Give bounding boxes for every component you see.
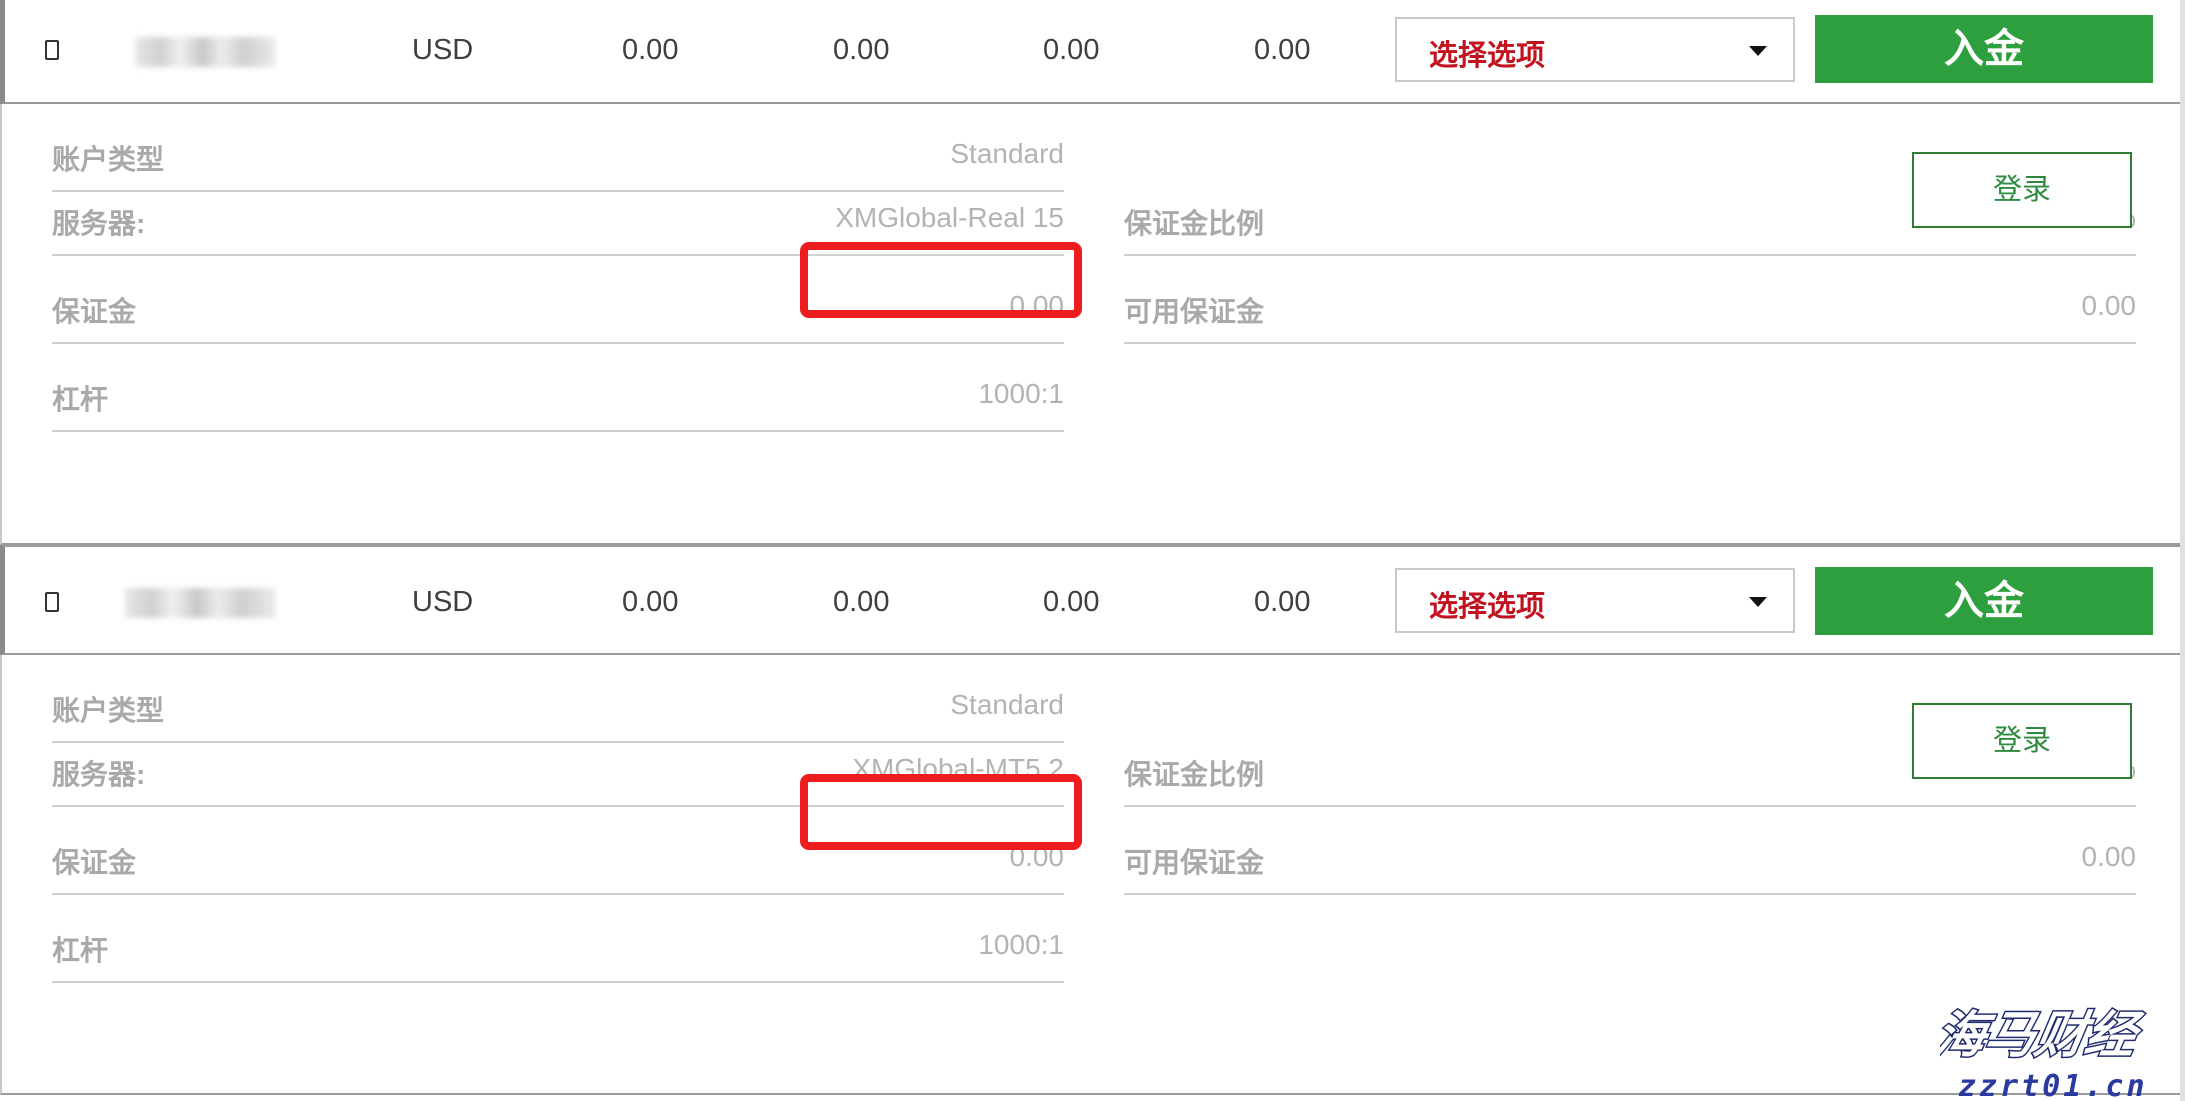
server-value: XMGlobal-Real 15 — [835, 202, 1064, 233]
server-label: 服务器: — [52, 208, 146, 239]
equity-value: 0.00 — [833, 34, 890, 66]
currency: USD — [412, 586, 474, 618]
account-type-value: Standard — [950, 138, 1064, 169]
server-value: XMGlobal-MT5 2 — [852, 753, 1064, 784]
detail-row-free-margin: 可用保证金 0.00 — [1124, 807, 2136, 895]
deposit-button[interactable]: 入金 — [1815, 567, 2153, 635]
margin-value: 0.00 — [1009, 290, 1065, 321]
margin-label: 保证金 — [52, 847, 137, 878]
balance-value: 0.00 — [622, 34, 679, 66]
options-dropdown[interactable]: 选择选项 — [1395, 568, 1795, 633]
account-number-redacted — [125, 588, 275, 618]
login-button[interactable]: 登录 — [1912, 703, 2132, 779]
watermark-logo: 海马财经 zzrt01.cn — [1940, 1004, 2148, 1101]
detail-row-leverage: 杠杆 1000:1 — [52, 344, 1064, 432]
account-details: 账户类型 Standard 服务器: XMGlobal-MT5 2 保证金 0.… — [0, 655, 2180, 1095]
watermark-brand-text: 海马财经 — [1940, 1005, 2147, 1064]
balance-value: 0.00 — [622, 586, 679, 618]
account-number-redacted — [135, 37, 275, 67]
watermark-site-text: zzrt01.cn — [1958, 1069, 2148, 1101]
margin-ratio-label: 保证金比例 — [1124, 208, 1265, 239]
leverage-value: 1000:1 — [978, 929, 1064, 960]
free-margin-label: 可用保证金 — [1124, 847, 1265, 878]
detail-row-margin: 保证金 0.00 — [52, 807, 1064, 895]
detail-row-free-margin: 可用保证金 0.00 — [1124, 256, 2136, 344]
deposit-button[interactable]: 入金 — [1815, 15, 2153, 83]
margin-value: 0.00 — [1009, 841, 1065, 872]
margin-ratio-label: 保证金比例 — [1124, 759, 1265, 790]
account-summary-row: USD 0.00 0.00 0.00 0.00 选择选项 入金 — [0, 0, 2180, 104]
dropdown-label: 选择选项 — [1429, 591, 1546, 623]
credit-value: 0.00 — [1043, 586, 1100, 618]
free-margin-value: 0.00 — [2081, 841, 2137, 872]
dropdown-label: 选择选项 — [1429, 40, 1546, 72]
free-margin-value: 0.00 — [2081, 290, 2137, 321]
credit-value: 0.00 — [1043, 34, 1100, 66]
profit-value: 0.00 — [1254, 586, 1311, 618]
account-type-value: Standard — [950, 689, 1064, 720]
scrollbar-track[interactable] — [2180, 0, 2185, 1101]
detail-row-margin: 保证金 0.00 — [52, 256, 1064, 344]
profit-value: 0.00 — [1254, 34, 1311, 66]
caret-down-icon — [1749, 597, 1767, 607]
currency: USD — [412, 34, 474, 66]
leverage-label: 杠杆 — [52, 384, 109, 415]
detail-row-server: 服务器: XMGlobal-MT5 2 — [52, 719, 1064, 807]
account-summary-row: USD 0.00 0.00 0.00 0.00 选择选项 入金 — [0, 545, 2180, 655]
caret-down-icon — [1749, 46, 1767, 56]
expand-checkbox[interactable] — [45, 592, 59, 612]
account-details: 账户类型 Standard 服务器: XMGlobal-Real 15 保证金 … — [0, 104, 2180, 545]
leverage-value: 1000:1 — [978, 378, 1064, 409]
account-card-1: USD 0.00 0.00 0.00 0.00 选择选项 入金 账户类型 Sta… — [0, 0, 2185, 545]
margin-label: 保证金 — [52, 296, 137, 327]
detail-row-leverage: 杠杆 1000:1 — [52, 895, 1064, 983]
account-card-2: USD 0.00 0.00 0.00 0.00 选择选项 入金 账户类型 Sta… — [0, 545, 2185, 1095]
detail-row-server: 服务器: XMGlobal-Real 15 — [52, 168, 1064, 256]
leverage-label: 杠杆 — [52, 935, 109, 966]
expand-checkbox[interactable] — [45, 40, 59, 60]
free-margin-label: 可用保证金 — [1124, 296, 1265, 327]
equity-value: 0.00 — [833, 586, 890, 618]
options-dropdown[interactable]: 选择选项 — [1395, 17, 1795, 82]
login-button[interactable]: 登录 — [1912, 152, 2132, 228]
server-label: 服务器: — [52, 759, 146, 790]
